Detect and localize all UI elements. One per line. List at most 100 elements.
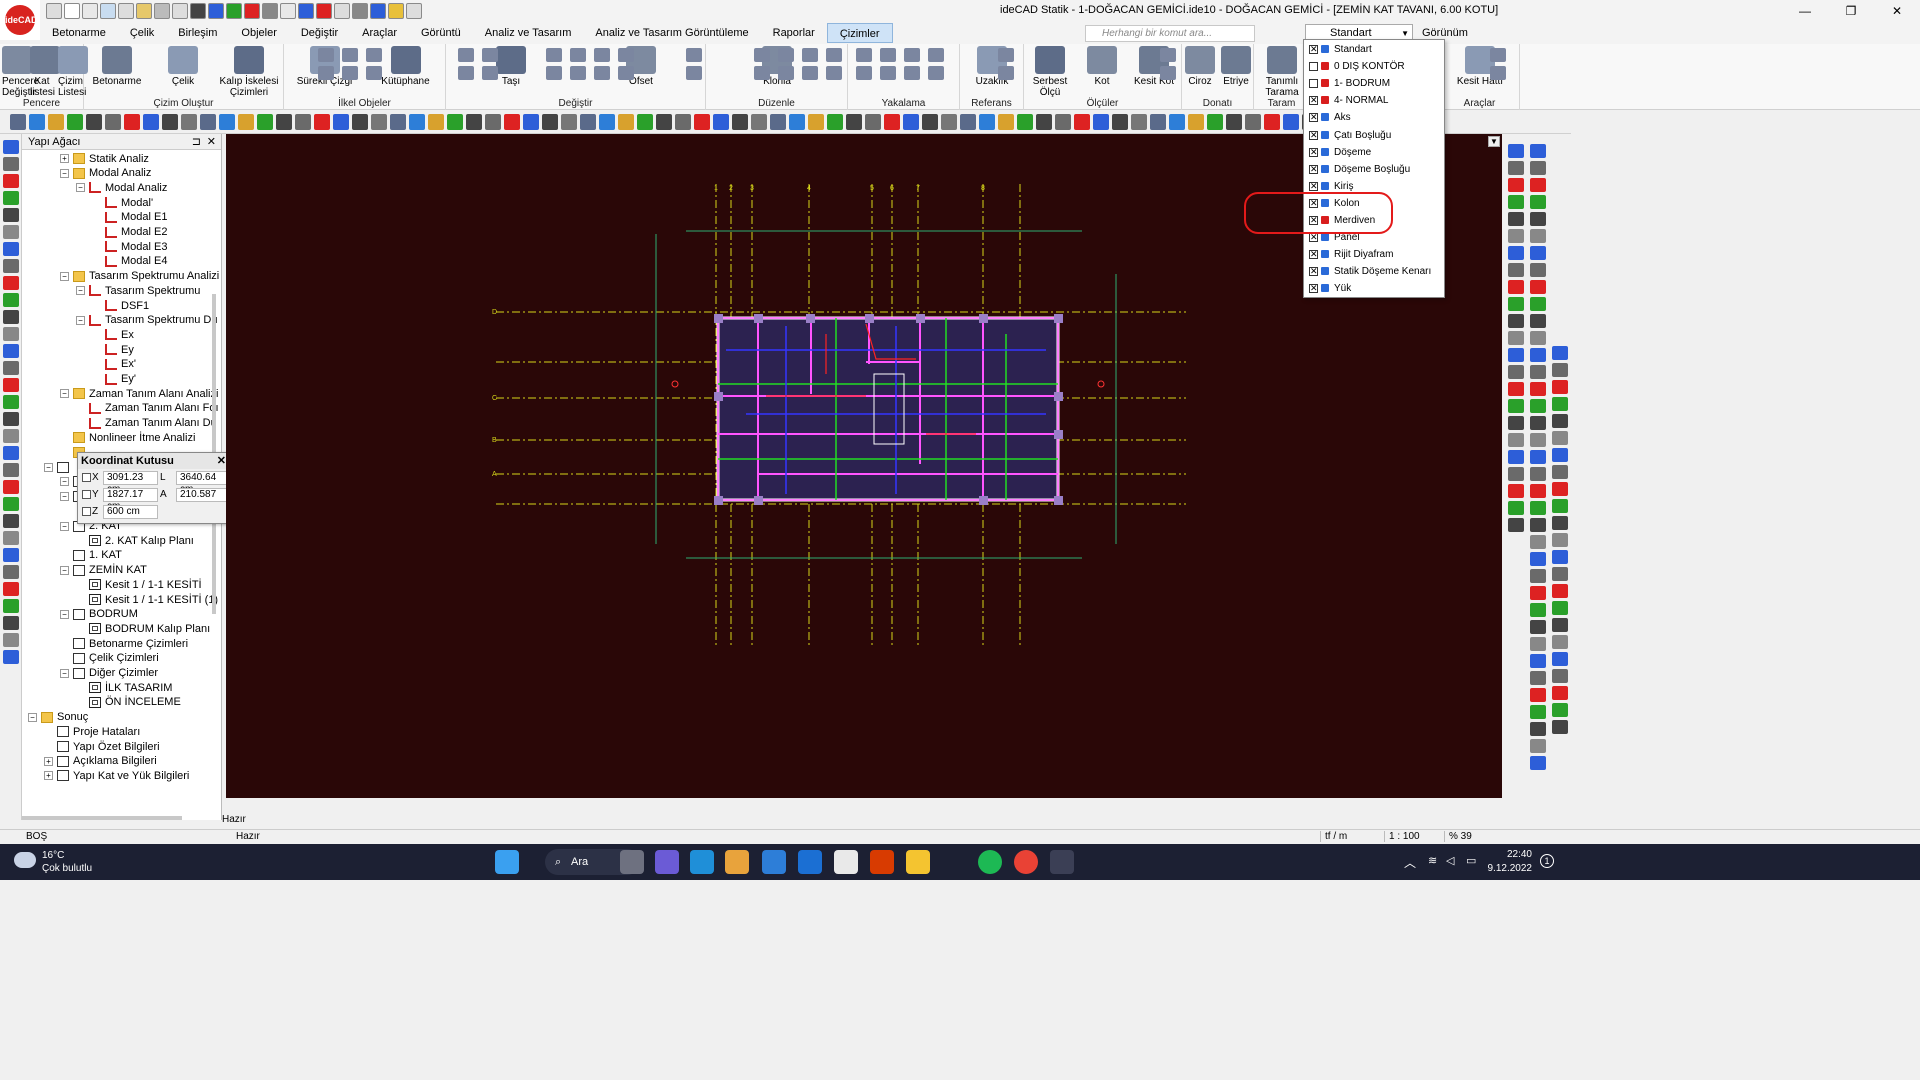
layer-visibility-checkbox[interactable] [1309,110,1318,124]
tool-icon[interactable] [1552,703,1568,717]
tree-expander-icon[interactable]: + [60,154,69,163]
tree-item[interactable]: Ey [92,342,134,357]
ribbon-small-icon[interactable] [546,48,562,62]
ribbon-small-icon[interactable] [880,48,896,62]
tab-7[interactable]: Analiz ve Tasarım [473,23,584,43]
toolbar-icon[interactable] [276,114,292,130]
tool-icon[interactable] [1530,722,1546,736]
ribbon-small-icon[interactable] [594,48,610,62]
tool-icon[interactable] [3,531,19,545]
toolbar-icon[interactable] [1283,114,1299,130]
ribbon-small-icon[interactable] [778,48,794,62]
quick-access-icon[interactable] [118,3,134,19]
volume-icon[interactable]: ◁ [1446,854,1454,867]
ribbon-small-icon[interactable] [1160,48,1176,62]
toolbar-icon[interactable] [542,114,558,130]
quick-access-icon[interactable] [46,3,62,19]
layer-item[interactable]: Rijit Diyafram [1304,246,1444,263]
app-icon[interactable] [798,850,822,874]
tool-icon[interactable] [1508,467,1524,481]
teams-icon[interactable] [655,850,679,874]
toolbar-icon[interactable] [675,114,691,130]
y-lock-checkbox[interactable] [82,490,91,499]
toolbar-icon[interactable] [1074,114,1090,130]
toolbar-icon[interactable] [637,114,653,130]
layer-lock-icon[interactable] [1321,284,1329,293]
tool-icon[interactable] [1552,550,1568,564]
tool-icon[interactable] [1508,195,1524,209]
toolbar-icon[interactable] [846,114,862,130]
layer-lock-icon[interactable] [1321,164,1329,173]
quick-access-icon[interactable] [136,3,152,19]
toolbar-icon[interactable] [1169,114,1185,130]
tree-item[interactable]: − Sonuç [28,710,88,725]
ribbon-button[interactable]: Çelik [152,46,214,87]
ribbon-small-icon[interactable] [904,66,920,80]
tool-icon[interactable] [1552,584,1568,598]
tool-icon[interactable] [1552,669,1568,683]
office-icon[interactable] [870,850,894,874]
tree-item[interactable]: ÖN İNCELEME [76,695,181,710]
tool-icon[interactable] [1530,331,1546,345]
tree-item[interactable]: − Tasarım Spektrumu Analizi [60,269,219,284]
toolbar-icon[interactable] [181,114,197,130]
weather-temp[interactable]: 16°C [42,850,64,861]
tool-icon[interactable] [3,582,19,596]
ribbon-small-icon[interactable] [998,48,1014,62]
layer-lock-icon[interactable] [1321,113,1329,122]
z-lock-checkbox[interactable] [82,507,91,516]
clock-date[interactable]: 9.12.2022 [1486,863,1533,874]
tree-item[interactable]: Kesit 1 / 1-1 KESİTİ [76,577,202,592]
tool-icon[interactable] [1530,535,1546,549]
tree-item[interactable]: Modal E4 [92,254,167,269]
tool-icon[interactable] [1530,382,1546,396]
layer-lock-icon[interactable] [1321,233,1329,242]
ribbon-button[interactable]: Etriye [1220,46,1252,87]
tree-item[interactable]: Ex' [92,357,136,372]
toolbar-icon[interactable] [1131,114,1147,130]
tool-icon[interactable] [3,565,19,579]
tool-icon[interactable] [3,497,19,511]
tool-icon[interactable] [1552,686,1568,700]
ribbon-small-icon[interactable] [570,48,586,62]
tool-icon[interactable] [1530,688,1546,702]
layer-lock-icon[interactable] [1321,267,1329,276]
tree-item[interactable]: Ex [92,327,134,342]
toolbar-icon[interactable] [48,114,64,130]
layer-visibility-checkbox[interactable] [1309,93,1318,107]
tool-icon[interactable] [1508,297,1524,311]
toolbar-icon[interactable] [504,114,520,130]
ribbon-small-icon[interactable] [342,66,358,80]
clock-time[interactable]: 22:40 [1492,849,1532,860]
tool-icon[interactable] [1552,380,1568,394]
tool-icon[interactable] [1530,552,1546,566]
tree-expander-icon[interactable]: − [60,609,69,619]
tool-icon[interactable] [1508,518,1524,532]
tree-item[interactable]: Nonlineer İtme Analizi [60,430,195,445]
ribbon-small-icon[interactable] [482,66,498,80]
layer-item[interactable]: Yük [1304,280,1444,297]
tree-expander-icon[interactable]: − [60,271,69,281]
store-icon[interactable] [725,850,749,874]
quick-access-icon[interactable] [64,3,80,19]
tool-icon[interactable] [1530,671,1546,685]
toolbar-icon[interactable] [1207,114,1223,130]
tool-icon[interactable] [1530,399,1546,413]
tree-item[interactable]: DSF1 [92,298,149,313]
tool-icon[interactable] [3,633,19,647]
tool-icon[interactable] [1530,620,1546,634]
ribbon-small-icon[interactable] [1490,48,1506,62]
layer-lock-icon[interactable] [1321,147,1329,156]
tool-icon[interactable] [1508,501,1524,515]
tool-icon[interactable] [3,463,19,477]
status-units[interactable]: tf / m [1320,831,1347,842]
toolbar-icon[interactable] [523,114,539,130]
layer-visibility-checkbox[interactable] [1309,179,1318,193]
ribbon-small-icon[interactable] [928,48,944,62]
layer-lock-icon[interactable] [1321,250,1329,259]
minimize-button[interactable]: — [1782,0,1828,22]
layer-lock-icon[interactable] [1321,62,1329,71]
layer-lock-icon[interactable] [1321,45,1329,53]
tool-icon[interactable] [1552,516,1568,530]
tool-icon[interactable] [3,599,19,613]
